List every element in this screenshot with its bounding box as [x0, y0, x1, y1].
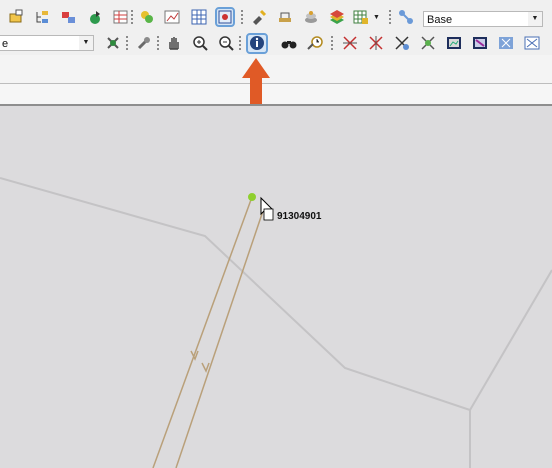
toolbar-separator: [131, 10, 133, 26]
filter-icon[interactable]: [139, 9, 155, 25]
toolbar-separator: [331, 36, 333, 52]
trace-all-icon[interactable]: [394, 35, 410, 51]
map-pan-icon[interactable]: [498, 35, 514, 51]
layers-color-icon[interactable]: [329, 9, 345, 25]
tool-settings-icon[interactable]: [105, 35, 121, 51]
map-refresh-icon[interactable]: [524, 35, 540, 51]
grid-icon[interactable]: [191, 9, 207, 25]
scale-icon[interactable]: [277, 9, 293, 25]
field-select-value: e: [2, 38, 9, 50]
layer-paint-icon[interactable]: [87, 9, 103, 25]
graph-icon[interactable]: [164, 9, 180, 25]
map-header-strip: [0, 84, 552, 106]
toolbar-separator: [241, 10, 243, 26]
stack-icon[interactable]: [303, 9, 319, 25]
toolbar-separator: [157, 36, 159, 52]
zoom-out-icon[interactable]: [218, 35, 234, 51]
feature-id-label: 91304901: [277, 211, 322, 222]
binoculars-icon[interactable]: [281, 35, 297, 51]
map-view-icon[interactable]: [446, 35, 462, 51]
layer-add-icon[interactable]: [8, 9, 24, 25]
table-icon[interactable]: [113, 9, 129, 25]
map-canvas[interactable]: [0, 106, 552, 468]
chevron-down-icon[interactable]: ▼: [528, 12, 542, 26]
toolbar-top: ▼ Base ▼: [0, 0, 552, 34]
toolbar-separator: [126, 36, 128, 52]
trace-up-icon[interactable]: [342, 35, 358, 51]
toolbar-separator: [389, 10, 391, 26]
layer-move-icon[interactable]: [61, 9, 77, 25]
annotation-arrow-icon: [242, 58, 270, 104]
field-select[interactable]: e ▼: [0, 35, 94, 51]
zoom-in-icon[interactable]: [192, 35, 208, 51]
toolbar-second: e ▼: [0, 33, 552, 55]
wrench-icon[interactable]: [136, 35, 152, 51]
toolbar-separator: [239, 36, 241, 52]
secondary-toolbar: [0, 55, 552, 84]
layer-select-value: Base: [427, 14, 453, 26]
network-icon[interactable]: [398, 9, 414, 25]
layer-select[interactable]: Base ▼: [423, 11, 543, 27]
pan-hand-icon[interactable]: [166, 35, 182, 51]
identify-icon[interactable]: [246, 33, 268, 54]
trace-down-icon[interactable]: [368, 35, 384, 51]
selected-node[interactable]: [248, 193, 256, 201]
chevron-down-icon[interactable]: ▼: [373, 14, 380, 21]
table-export-icon[interactable]: [353, 9, 369, 25]
chevron-down-icon[interactable]: ▼: [79, 36, 93, 50]
layer-tree-icon[interactable]: [34, 9, 50, 25]
selection-icon[interactable]: [215, 7, 235, 27]
trace-isolate-icon[interactable]: [420, 35, 436, 51]
clock-measure-icon[interactable]: [307, 35, 323, 51]
map-select-icon[interactable]: [472, 35, 488, 51]
edit-pin-icon[interactable]: [251, 9, 267, 25]
